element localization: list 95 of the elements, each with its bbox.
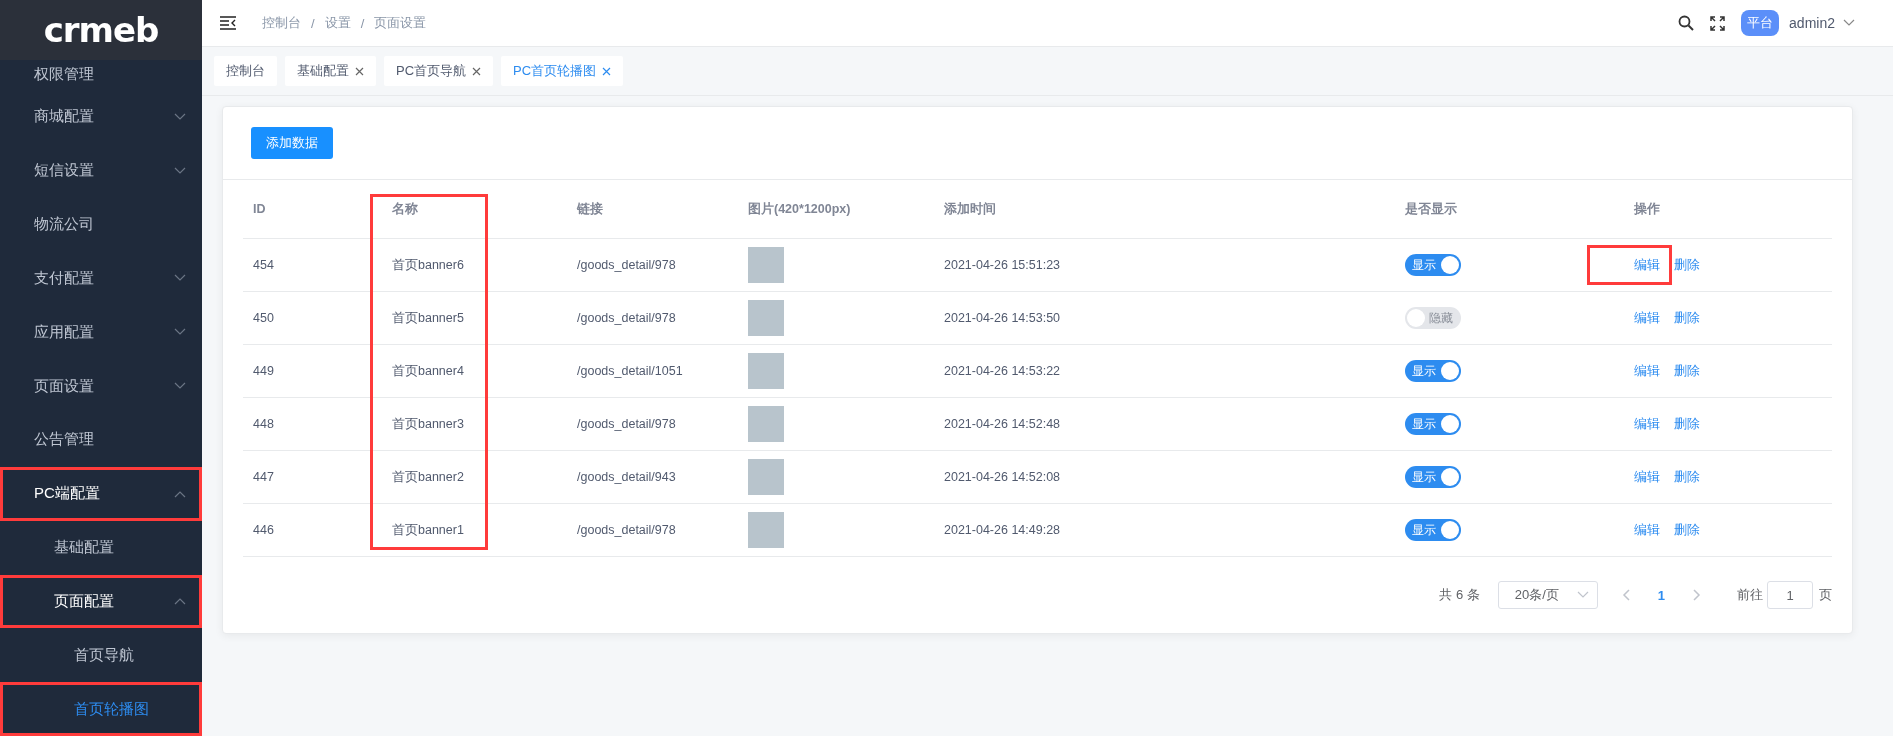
action-link[interactable]: 编辑: [1634, 362, 1660, 380]
table-cell: 446: [253, 523, 274, 537]
table-cell: 首页banner3: [392, 415, 464, 433]
breadcrumb-link[interactable]: 页面设置: [374, 14, 427, 32]
table-cell: /goods_detail/1051: [577, 364, 683, 378]
sidebar-item[interactable]: PC端配置: [0, 466, 202, 521]
sidebar-item[interactable]: 权限管理: [0, 60, 202, 90]
action-link[interactable]: 编辑: [1634, 256, 1660, 274]
table-cell: /goods_detail/978: [577, 523, 676, 537]
visibility-switch[interactable]: 显示: [1405, 413, 1461, 435]
action-link[interactable]: 删除: [1674, 362, 1700, 380]
fullscreen-icon[interactable]: [1710, 15, 1726, 31]
breadcrumb-link[interactable]: 控制台: [262, 14, 301, 32]
table-cell: 首页banner1: [392, 521, 464, 539]
sidebar-item[interactable]: 首页导航: [0, 628, 202, 683]
table-cell: 448: [253, 417, 274, 431]
visibility-switch[interactable]: 显示: [1405, 519, 1461, 541]
column-header: 链接: [575, 200, 604, 218]
table-cell: 2021-04-26 14:49:28: [944, 523, 1061, 537]
table-cell: 450: [253, 311, 274, 325]
sidebar-item[interactable]: 物流公司: [0, 197, 202, 252]
table-cell: 449: [253, 364, 274, 378]
visibility-switch[interactable]: 显示: [1405, 254, 1461, 276]
table-cell: 454: [253, 258, 274, 272]
page-suffix: 页: [1819, 586, 1832, 604]
sidebar-item[interactable]: 页面配置: [0, 574, 202, 629]
action-link[interactable]: 编辑: [1634, 468, 1660, 486]
breadcrumb-separator: /: [311, 15, 315, 31]
chevron-down-icon: [1576, 591, 1589, 599]
table-cell: /goods_detail/943: [577, 470, 676, 484]
user-menu[interactable]: admin2: [1789, 15, 1855, 31]
column-header: ID: [252, 201, 267, 218]
add-data-button[interactable]: 添加数据: [251, 127, 333, 159]
action-link[interactable]: 编辑: [1634, 415, 1660, 433]
close-icon[interactable]: [355, 66, 364, 76]
photo-placeholder: [748, 247, 784, 283]
table-cell: 首页banner5: [392, 309, 464, 327]
goto-label: 前往: [1737, 586, 1763, 604]
action-link[interactable]: 删除: [1674, 415, 1700, 433]
table-cell: 447: [253, 470, 274, 484]
table-cell: 2021-04-26 14:53:50: [944, 311, 1061, 325]
close-icon[interactable]: [602, 66, 612, 76]
table-cell: 2021-04-26 14:52:08: [944, 470, 1061, 484]
photo-placeholder: [748, 300, 784, 336]
table-cell: 2021-04-26 14:52:48: [944, 417, 1061, 431]
photo-placeholder: [748, 353, 784, 389]
table-cell: 2021-04-26 15:51:23: [944, 258, 1061, 272]
action-link[interactable]: 删除: [1674, 256, 1700, 274]
page-tab[interactable]: PC首页导航: [384, 56, 494, 86]
column-header: 操作: [1633, 200, 1661, 218]
action-link[interactable]: 编辑: [1634, 521, 1660, 539]
table-cell: /goods_detail/978: [577, 417, 676, 431]
photo-placeholder: [748, 512, 784, 548]
page-input[interactable]: 1: [1767, 581, 1813, 609]
photo-placeholder: [748, 459, 784, 495]
page-tab[interactable]: 基础配置: [285, 56, 376, 86]
sidebar-item[interactable]: 短信设置: [0, 143, 202, 198]
sidebar-item[interactable]: 应用配置: [0, 305, 202, 360]
breadcrumb-link[interactable]: 设置: [324, 14, 351, 32]
page-number[interactable]: 1: [1657, 587, 1665, 603]
breadcrumb-separator: /: [360, 15, 365, 31]
table-cell: /goods_detail/978: [577, 258, 676, 272]
page-size-select[interactable]: 20条/页: [1497, 581, 1598, 609]
page-tab[interactable]: PC首页轮播图: [501, 56, 624, 86]
table-cell: 2021-04-26 14:53:22: [944, 364, 1061, 378]
chevron-down-icon: [1843, 19, 1855, 27]
action-link[interactable]: 删除: [1674, 468, 1700, 486]
page-tab[interactable]: 控制台: [214, 56, 277, 86]
search-icon[interactable]: [1678, 15, 1695, 31]
close-icon[interactable]: [472, 66, 482, 76]
table-cell: 首页banner6: [392, 256, 464, 274]
column-header: 图片(420*1200px): [747, 200, 852, 218]
column-header: 名称: [391, 200, 419, 218]
photo-placeholder: [748, 406, 784, 442]
table-cell: 首页banner4: [392, 362, 464, 380]
sidebar-item[interactable]: 支付配置: [0, 251, 202, 306]
sidebar-item[interactable]: 首页轮播图: [0, 682, 202, 736]
action-link[interactable]: 删除: [1674, 309, 1700, 327]
table-cell: 首页banner2: [392, 468, 464, 486]
logo: crmeb: [43, 10, 159, 50]
column-header: 是否显示: [1404, 200, 1458, 218]
total-count: 共 6 条: [1439, 586, 1480, 604]
sidebar-item[interactable]: 公告管理: [0, 412, 202, 467]
sidebar-item[interactable]: 商城配置: [0, 89, 202, 144]
action-link[interactable]: 编辑: [1634, 309, 1660, 327]
visibility-switch[interactable]: 显示: [1405, 466, 1461, 488]
column-header: 添加时间: [943, 200, 997, 218]
sidebar-item[interactable]: 基础配置: [0, 520, 202, 575]
role-badge: 平台: [1741, 10, 1780, 36]
visibility-switch[interactable]: 显示: [1405, 360, 1461, 382]
menu-fold-icon[interactable]: [220, 16, 236, 30]
table-cell: /goods_detail/978: [577, 311, 676, 325]
action-link[interactable]: 删除: [1674, 521, 1700, 539]
visibility-switch[interactable]: 隐藏: [1405, 307, 1461, 329]
sidebar-item[interactable]: 页面设置: [0, 359, 202, 413]
